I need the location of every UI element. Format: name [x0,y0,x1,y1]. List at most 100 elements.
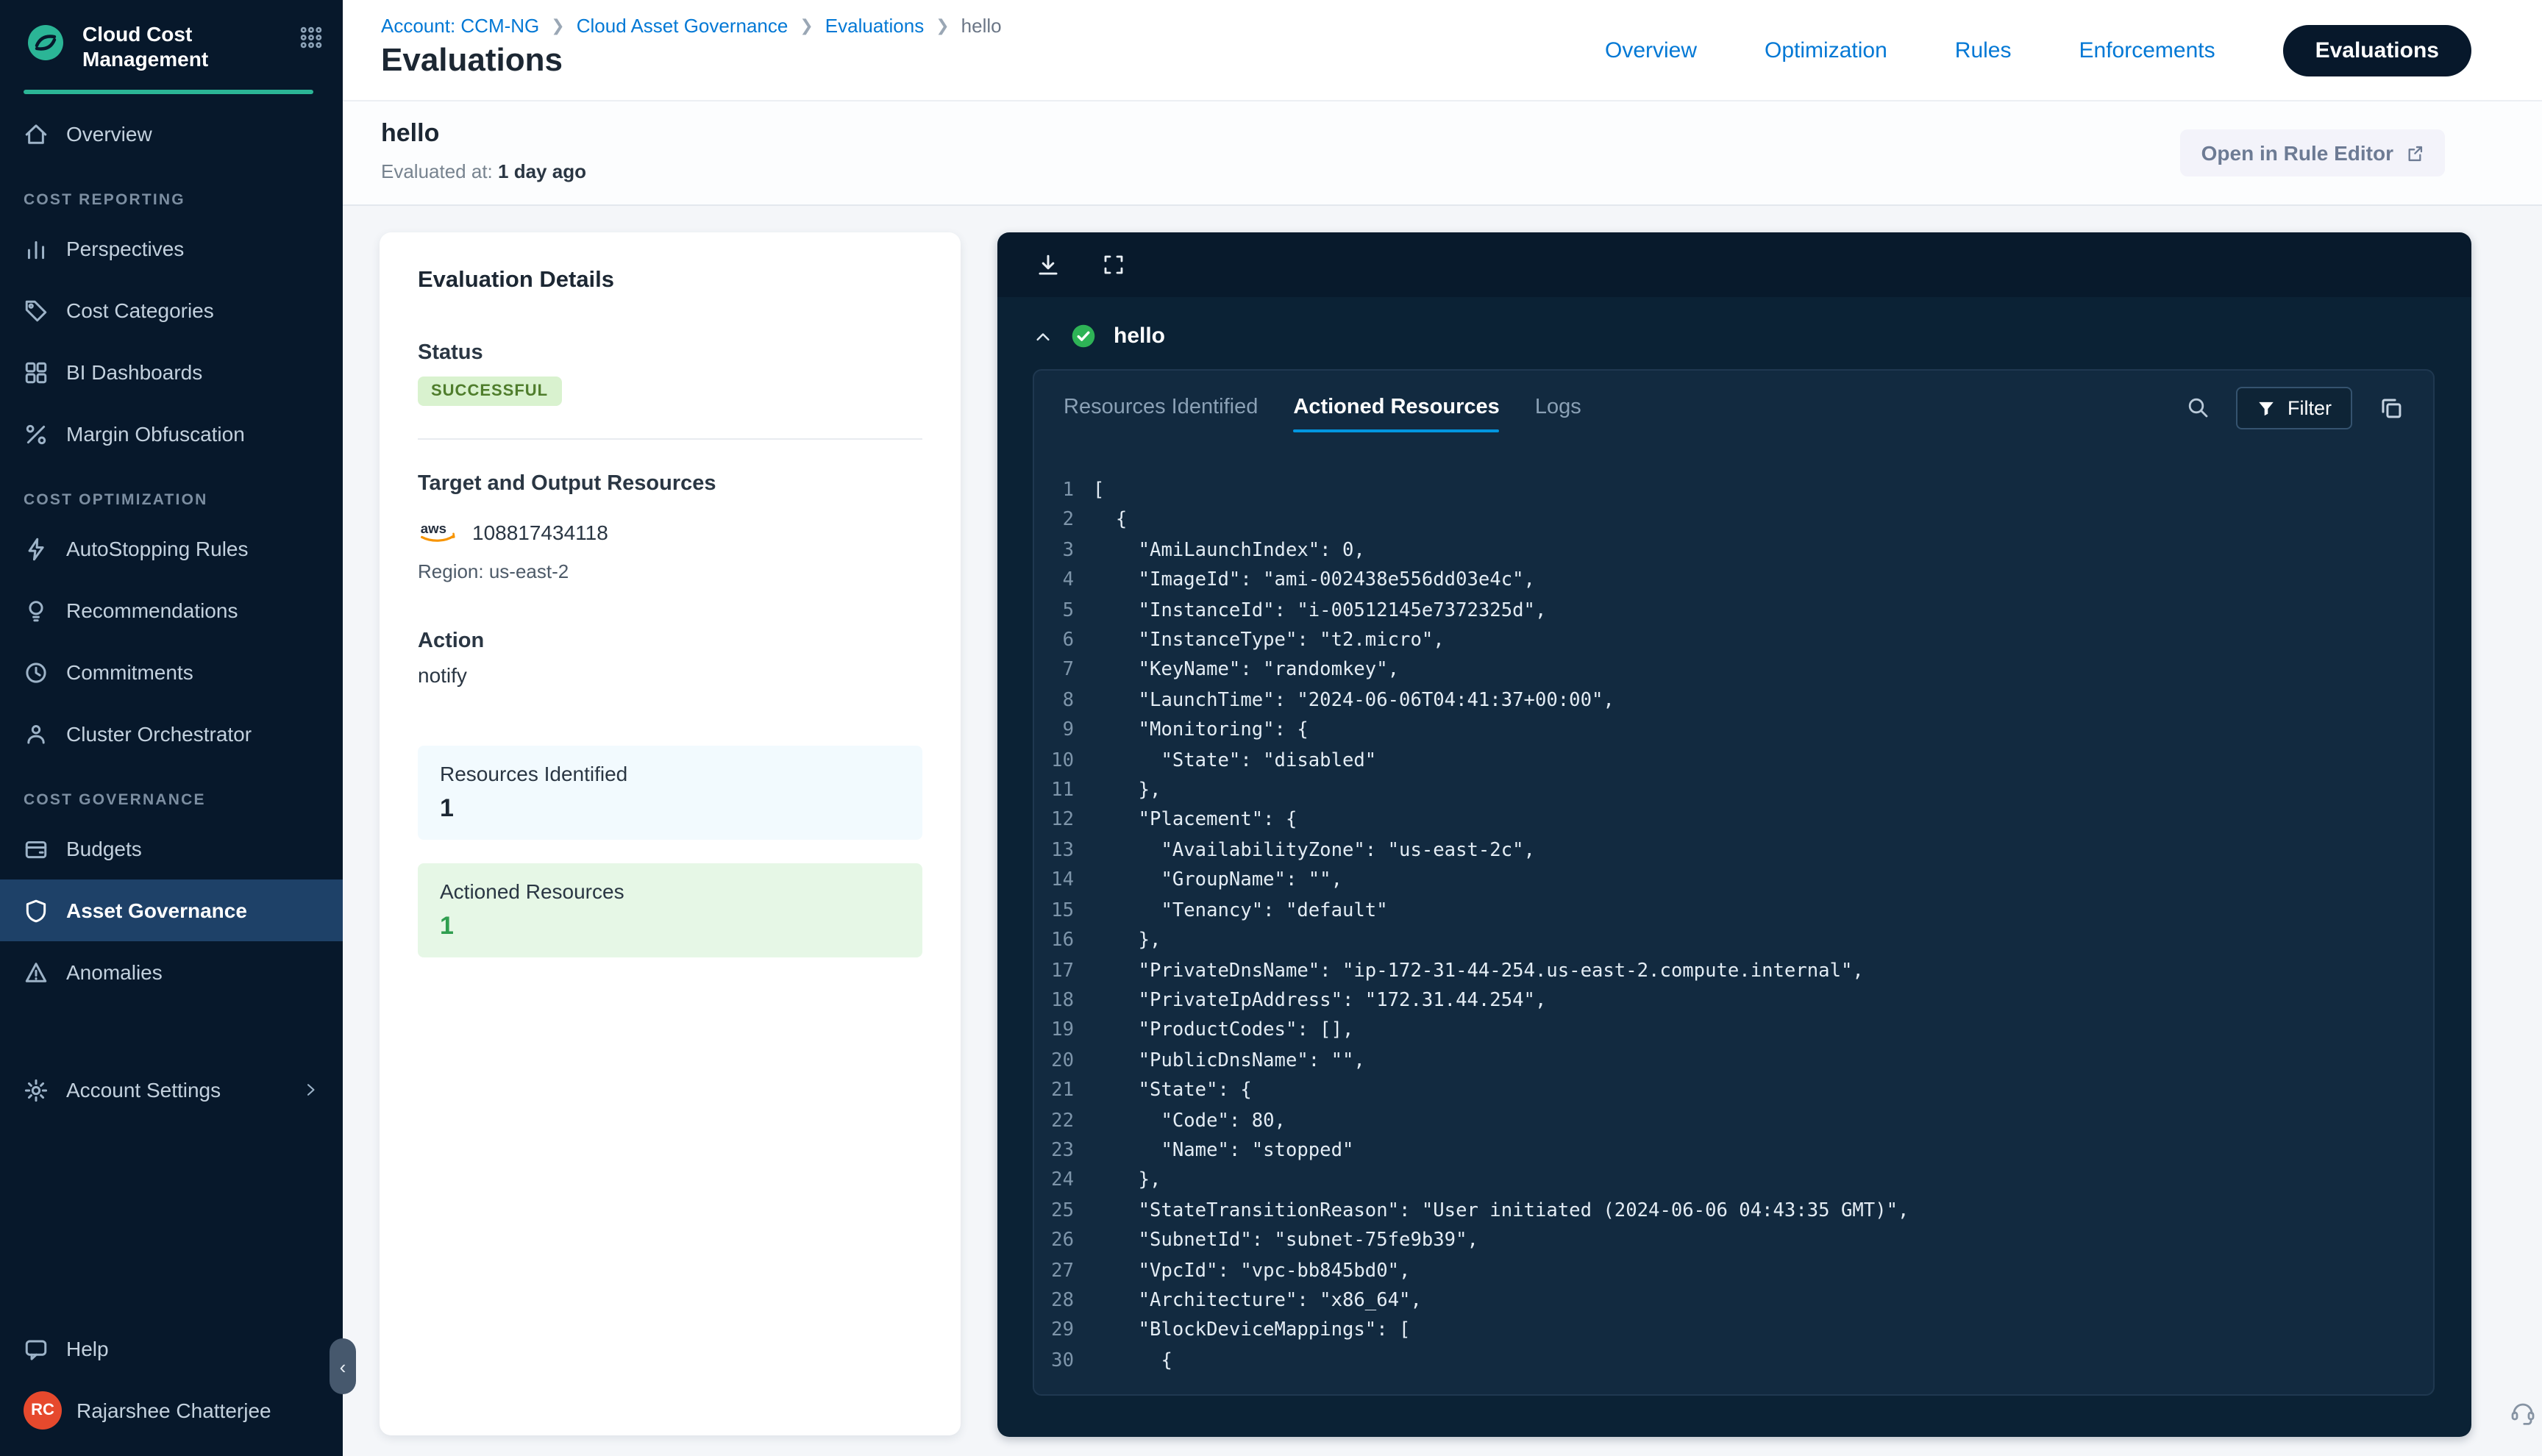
line-number: 25 [1034,1197,1093,1227]
sidebar-item-cost-categories[interactable]: Cost Categories [0,279,343,341]
sidebar-item-margin-obfuscation[interactable]: Margin Obfuscation [0,403,343,465]
code-text: "AmiLaunchIndex": 0, [1093,537,1365,567]
sidebar-item-budgets[interactable]: Budgets [0,818,343,879]
code-line: 5 "InstanceId": "i-00512145e7372325d", [1034,596,2433,627]
evaluation-node-row: hello [997,297,2471,369]
code-scroll-area[interactable]: 1[2 {3 "AmiLaunchIndex": 0,4 "ImageId": … [1034,444,2433,1396]
open-in-rule-editor-button[interactable]: Open in Rule Editor [2181,129,2445,176]
download-icon[interactable] [1036,252,1061,277]
code-text: "Tenancy": "default" [1093,896,1388,927]
sidebar-item-commitments[interactable]: Commitments [0,641,343,703]
top-header: Account: CCM-NG ❯ Cloud Asset Governance… [343,0,2542,101]
external-link-icon [2405,143,2424,163]
header-left: Account: CCM-NG ❯ Cloud Asset Governance… [343,0,1002,79]
module-switcher-icon[interactable] [300,21,322,49]
code-line: 11 }, [1034,777,2433,807]
region-label: Region: us-east-2 [418,560,922,582]
tab-resources-identified[interactable]: Resources Identified [1064,371,1258,444]
line-number: 23 [1034,1137,1093,1167]
tab-logs[interactable]: Logs [1535,371,1581,444]
evaluated-at: Evaluated at: 1 day ago [381,160,586,182]
breadcrumb-cloud-asset-governance[interactable]: Cloud Asset Governance [577,15,788,37]
nav-enforcements[interactable]: Enforcements [2079,38,2215,63]
sidebar-item-label: Help [66,1337,109,1360]
resources-panel: Resources Identified Actioned Resources … [1033,369,2435,1396]
nav-evaluations-pill[interactable]: Evaluations [2283,24,2471,76]
code-line: 2 { [1034,507,2433,537]
line-number: 2 [1034,507,1093,537]
line-number: 17 [1034,957,1093,987]
code-text: "PrivateDnsName": "ip-172-31-44-254.us-e… [1093,957,1864,987]
chevron-right-icon [302,1081,319,1099]
copy-icon[interactable] [2379,395,2404,420]
code-text: "GroupName": "", [1093,867,1342,897]
code-line: 16 }, [1034,927,2433,957]
evaluated-at-value: 1 day ago [498,160,586,182]
line-number: 19 [1034,1017,1093,1047]
sidebar-item-label: Account Settings [66,1078,221,1102]
sidebar-section-cost-optimization: COST OPTIMIZATION [0,465,343,518]
chevron-up-icon[interactable] [1033,326,1053,346]
breadcrumb-account[interactable]: Account: CCM-NG [381,15,539,37]
sidebar-item-autostopping-rules[interactable]: AutoStopping Rules [0,518,343,579]
module-title: Cloud Cost Management [82,21,300,72]
code-text: "LaunchTime": "2024-06-06T04:41:37+00:00… [1093,687,1614,717]
action-label: Action [418,629,922,653]
module-accent-line [24,90,313,94]
sidebar-item-perspectives[interactable]: Perspectives [0,218,343,279]
filter-button[interactable]: Filter [2236,386,2352,429]
sidebar-item-label: Perspectives [66,237,184,260]
sidebar-item-overview[interactable]: Overview [0,103,343,165]
code-line: 13 "AvailabilityZone": "us-east-2c", [1034,837,2433,867]
code-text: { [1093,1347,1172,1377]
code-line: 20 "PublicDnsName": "", [1034,1046,2433,1077]
sidebar-item-label: AutoStopping Rules [66,537,249,560]
code-text: "AvailabilityZone": "us-east-2c", [1093,837,1535,867]
line-number: 7 [1034,657,1093,687]
line-number: 3 [1034,537,1093,567]
code-text: }, [1093,777,1161,807]
sidebar-item-asset-governance[interactable]: Asset Governance [0,879,343,941]
support-chat-icon[interactable] [2508,1397,2538,1427]
breadcrumb-separator: ❯ [936,16,949,35]
code-line: 30 { [1034,1347,2433,1377]
nav-overview[interactable]: Overview [1605,38,1697,63]
sidebar-item-label: Asset Governance [66,899,247,922]
code-line: 25 "StateTransitionReason": "User initia… [1034,1197,2433,1227]
tab-actioned-resources[interactable]: Actioned Resources [1293,371,1499,444]
line-number: 9 [1034,717,1093,747]
search-icon[interactable] [2186,396,2210,419]
code-text: "Code": 80, [1093,1107,1286,1137]
sidebar-collapse-handle[interactable]: ‹ [330,1338,356,1394]
code-line: 3 "AmiLaunchIndex": 0, [1034,537,2433,567]
sidebar-item-bi-dashboards[interactable]: BI Dashboards [0,341,343,403]
code-line: 18 "PrivateIpAddress": "172.31.44.254", [1034,987,2433,1017]
line-number: 18 [1034,987,1093,1017]
sidebar-item-help[interactable]: Help [0,1318,343,1380]
sidebar-item-recommendations[interactable]: Recommendations [0,579,343,641]
line-number: 6 [1034,627,1093,657]
code-text: "PrivateIpAddress": "172.31.44.254", [1093,987,1546,1017]
action-value: notify [418,663,922,687]
sidebar-item-account-settings[interactable]: Account Settings [0,1059,343,1121]
app: Cloud Cost Management Overview COST REPO… [0,0,2542,1456]
sidebar-item-anomalies[interactable]: Anomalies [0,941,343,1003]
tag-icon [24,298,49,323]
code-text: }, [1093,927,1161,957]
sidebar-item-cluster-orchestrator[interactable]: Cluster Orchestrator [0,703,343,765]
fullscreen-icon[interactable] [1102,253,1125,276]
code-text: "State": { [1093,1077,1252,1107]
sidebar-item-label: Budgets [66,837,142,860]
breadcrumb-evaluations[interactable]: Evaluations [825,15,924,37]
sidebar-item-label: Margin Obfuscation [66,422,245,446]
code-text: "Monitoring": { [1093,717,1309,747]
code-line: 23 "Name": "stopped" [1034,1137,2433,1167]
line-number: 5 [1034,596,1093,627]
nav-rules[interactable]: Rules [1955,38,2012,63]
line-number: 28 [1034,1287,1093,1317]
gear-icon [24,1077,49,1102]
code-line: 4 "ImageId": "ami-002438e556dd03e4c", [1034,566,2433,596]
sidebar: Cloud Cost Management Overview COST REPO… [0,0,343,1456]
nav-optimization[interactable]: Optimization [1765,38,1887,63]
user-profile[interactable]: RC Rajarshee Chatterjee [0,1380,343,1441]
